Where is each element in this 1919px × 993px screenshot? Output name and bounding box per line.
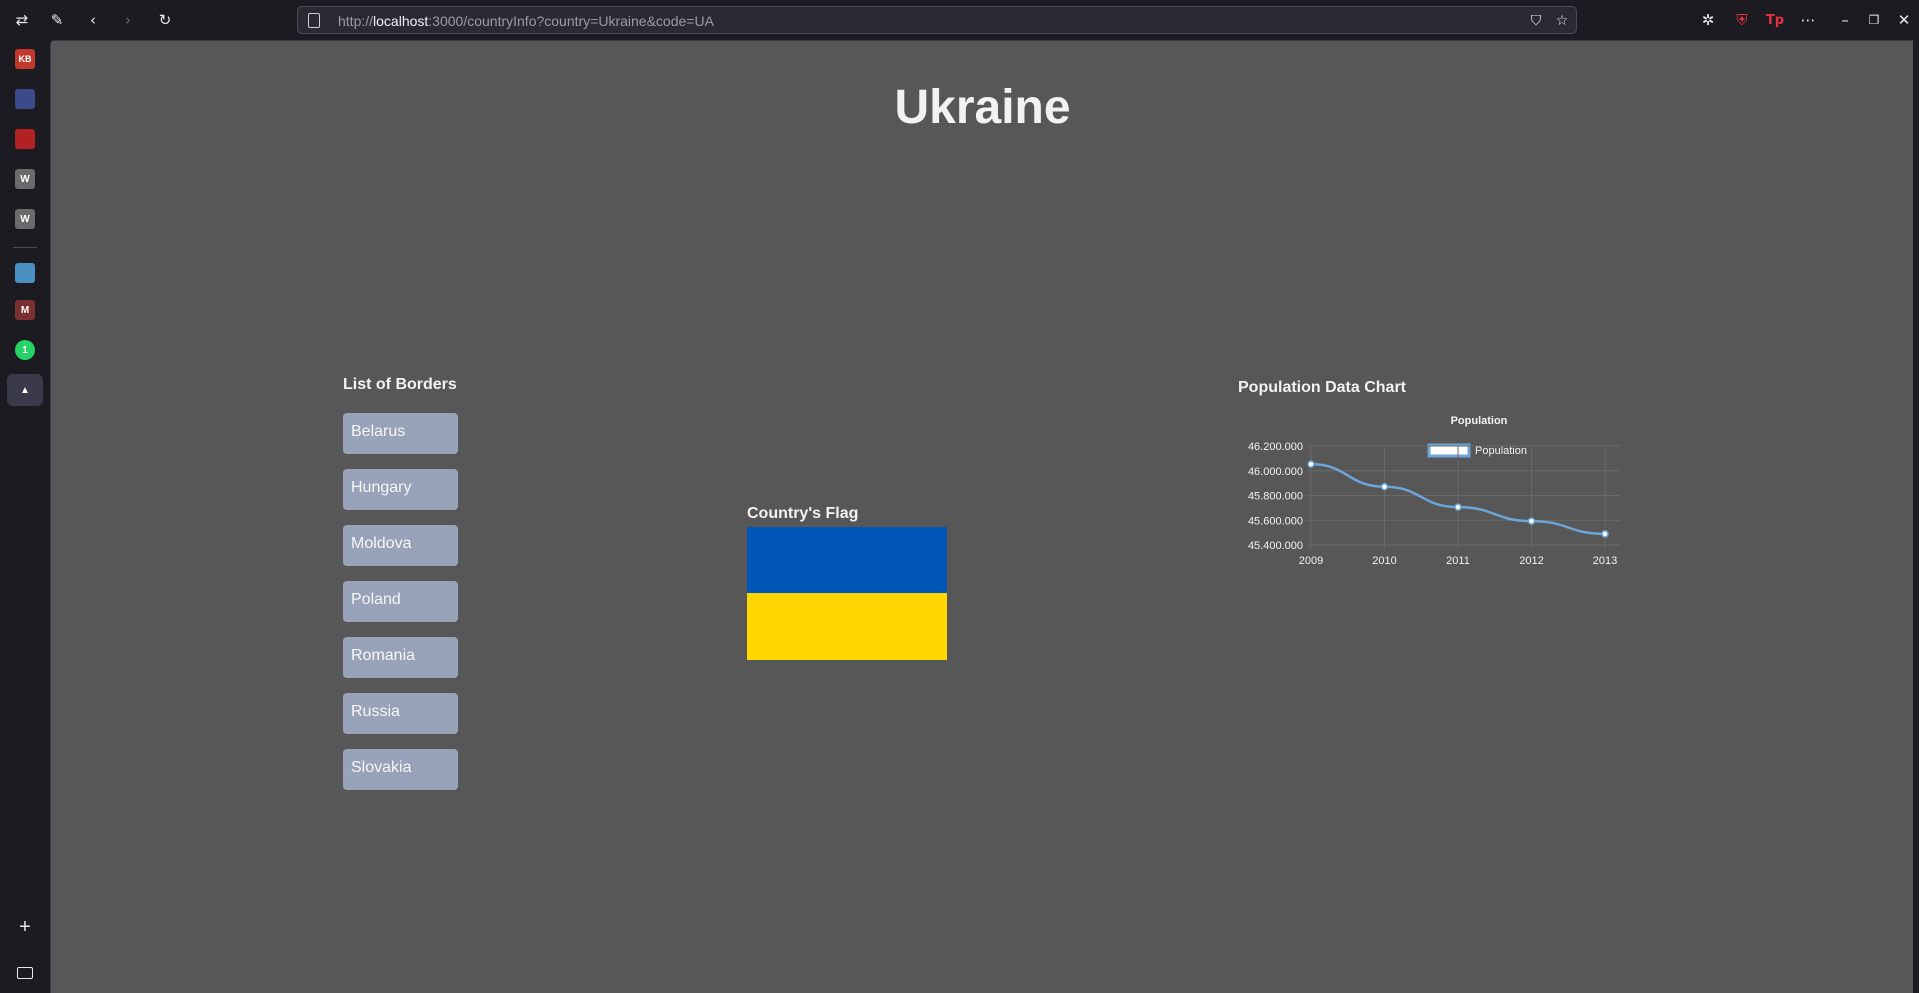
border-country-button[interactable]: Romania (343, 637, 458, 678)
minimize-icon[interactable]: – (1834, 9, 1856, 31)
border-country-button[interactable]: Poland (343, 581, 458, 622)
page-content: Ukraine List of Borders Belarus Hungary Mo… (50, 40, 1913, 993)
kb-icon[interactable]: KB (15, 49, 35, 69)
translate-icon[interactable]: Tp (1764, 9, 1786, 31)
population-chart: Population Population 46.200.000 46.000.0… (1248, 415, 1620, 567)
red-app-icon[interactable] (15, 129, 35, 149)
x-tick-label: 2012 (1519, 555, 1543, 567)
x-tick-label: 2011 (1446, 555, 1470, 567)
y-tick-label: 45.400.000 (1248, 540, 1303, 552)
x-tick-label: 2010 (1372, 555, 1396, 567)
ship-icon[interactable] (15, 263, 35, 283)
address-bar[interactable]: http://localhost:3000/countryInfo?countr… (297, 6, 1577, 34)
data-point[interactable] (1380, 483, 1389, 491)
flag-top-stripe (747, 527, 947, 593)
data-point[interactable] (1307, 460, 1315, 468)
y-tick-label: 46.000.000 (1248, 466, 1303, 478)
legend-swatch[interactable] (1427, 443, 1471, 458)
ublock-icon[interactable]: ⛨ (1731, 9, 1753, 31)
sidebar-toggle-icon[interactable]: ⇄ (11, 9, 33, 31)
y-tick-label: 45.800.000 (1248, 491, 1303, 503)
shield-icon[interactable]: ⛉ (1526, 11, 1546, 31)
page-icon (308, 13, 320, 28)
whatsapp-icon[interactable]: 1 (15, 340, 35, 360)
back-icon[interactable]: ‹ (82, 9, 104, 31)
country-flag (747, 527, 947, 660)
browser-toolbar: ⇄ ✎ ‹ › ↻ http://localhost:3000/countryI… (0, 0, 1919, 40)
border-country-button[interactable]: Belarus (343, 413, 458, 454)
border-country-button[interactable]: Russia (343, 693, 458, 734)
add-icon[interactable]: + (15, 916, 35, 938)
board-icon[interactable] (15, 89, 35, 109)
data-point[interactable] (1454, 503, 1462, 511)
restore-icon[interactable]: ❐ (1863, 9, 1885, 31)
puzzle-icon[interactable]: ✲ (1697, 9, 1719, 31)
wikipedia-icon[interactable]: W (15, 169, 35, 189)
page-title: Ukraine (894, 81, 1071, 134)
flag-bottom-stripe (747, 593, 947, 660)
close-icon[interactable]: ✕ (1893, 9, 1915, 31)
forward-icon[interactable]: › (117, 9, 139, 31)
data-point[interactable] (1601, 530, 1609, 538)
y-tick-label: 45.600.000 (1248, 515, 1303, 527)
chart-heading: Population Data Chart (1238, 379, 1407, 396)
browser-sidebar: KB W W M 1 ▲ + (0, 40, 50, 993)
chart-title: Population (1451, 415, 1508, 427)
border-country-button[interactable]: Moldova (343, 525, 458, 566)
reload-icon[interactable]: ↻ (154, 9, 176, 31)
wikipedia-icon-2[interactable]: W (15, 209, 35, 229)
border-country-button[interactable]: Hungary (343, 469, 458, 510)
more-icon[interactable]: ⋯ (1797, 9, 1819, 31)
sidebar-panel-icon[interactable] (17, 967, 33, 979)
y-tick-label: 46.200.000 (1248, 441, 1303, 453)
arch-icon[interactable]: ▲ (7, 374, 43, 406)
border-country-button[interactable]: Slovakia (343, 749, 458, 790)
star-icon[interactable]: ☆ (1552, 11, 1572, 31)
url-text[interactable]: http://localhost:3000/countryInfo?countr… (338, 13, 714, 29)
borders-heading: List of Borders (343, 376, 457, 393)
flag-heading: Country's Flag (747, 505, 859, 522)
x-tick-label: 2013 (1593, 555, 1617, 567)
gmail-icon[interactable]: M (15, 300, 35, 320)
x-tick-label: 2009 (1299, 555, 1323, 567)
legend-label[interactable]: Population (1475, 445, 1527, 457)
sidebar-divider (13, 247, 37, 248)
data-point[interactable] (1527, 517, 1536, 525)
extension-icon[interactable]: ✎ (46, 9, 68, 31)
